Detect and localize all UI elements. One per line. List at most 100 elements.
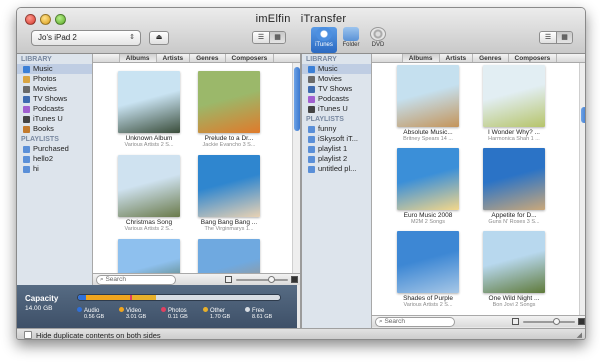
playlist-item-hi[interactable]: hi [17, 164, 92, 174]
right-search-input[interactable]: ⌕ Search [375, 317, 455, 327]
app-window: imElfin iTransfer Jo's iPad 2 ⇕ ⏏ ☰ ▦ iTu… [16, 7, 586, 340]
tab-genres[interactable]: Genres [189, 54, 224, 62]
movies-icon [308, 75, 315, 83]
sidebar-item-tv-shows[interactable]: TV Shows [17, 94, 92, 104]
sidebar-item-movies[interactable]: Movies [17, 84, 92, 94]
sidebar-item-photos[interactable]: Photos [17, 74, 92, 84]
album-cover[interactable] [397, 65, 459, 127]
source-tab-dvd[interactable]: DVD [365, 27, 391, 53]
capacity-label: Capacity [25, 294, 59, 303]
music-icon [308, 65, 315, 73]
album-cover[interactable] [483, 148, 545, 210]
right-scroll-thumb[interactable] [581, 107, 585, 123]
other-dot-icon [203, 307, 208, 312]
playlist-item-untitled-pl[interactable]: untitled pl... [302, 164, 371, 174]
sidebar-item-label: Music [318, 64, 338, 73]
device-select[interactable]: Jo's iPad 2 ⇕ [31, 30, 141, 46]
album-item[interactable]: Appetite for D... Guns N' Roses 3 S... [478, 148, 550, 225]
playlist-item-funny[interactable]: funny [302, 124, 371, 134]
sidebar-item-podcasts[interactable]: Podcasts [302, 94, 371, 104]
album-cover[interactable] [118, 71, 180, 133]
left-search-input[interactable]: ⌕ Search [96, 275, 176, 285]
sidebar-item-podcasts[interactable]: Podcasts [17, 104, 92, 114]
album-item[interactable] [113, 239, 185, 273]
capacity-segment-audio [78, 295, 87, 300]
album-cover[interactable] [118, 155, 180, 217]
playlist-item-playlist-1[interactable]: playlist 1 [302, 144, 371, 154]
playlist-item-iskysoft-it[interactable]: iSkysoft iT... [302, 134, 371, 144]
sidebar-item-music[interactable]: Music [17, 64, 92, 74]
album-artist: Harmonica Shah 1 ... [488, 136, 540, 142]
album-cover[interactable] [397, 231, 459, 293]
sidebar-item-itunes-u[interactable]: iTunes U [17, 114, 92, 124]
tab-composers[interactable]: Composers [224, 54, 275, 62]
resize-grip-icon[interactable]: ◢ [577, 331, 582, 339]
device-name: Jo's iPad 2 [38, 33, 77, 42]
album-item[interactable]: Absolute Music... Britney Spears 14 ... [392, 65, 464, 142]
left-album-grid: Unknown Album Various Artists 2 S... Prelu… [93, 63, 292, 273]
sidebar-item-itunes-u[interactable]: iTunes U [302, 104, 371, 114]
playlist-item-hello2[interactable]: hello2 [17, 154, 92, 164]
list-view-icon[interactable]: ☰ [540, 32, 556, 43]
tab-composers[interactable]: Composers [507, 54, 558, 62]
legend-size: 8.61 GB [252, 314, 273, 320]
footer-bar: Hide duplicate contents on both sides ◢ [17, 328, 585, 339]
playlist-item-playlist-2[interactable]: playlist 2 [302, 154, 371, 164]
album-cover[interactable] [397, 148, 459, 210]
album-item[interactable]: One Wild Night ... Bon Jovi 2 Songs [478, 231, 550, 308]
tab-albums[interactable]: Albums [118, 54, 156, 62]
grid-view-icon[interactable]: ▦ [556, 32, 572, 43]
left-scrollbar[interactable] [292, 63, 300, 273]
source-tab-itunes[interactable]: iTunes [311, 27, 337, 53]
search-placeholder: Search [105, 276, 127, 283]
right-zoom-slider[interactable] [523, 321, 575, 323]
grid-view-icon[interactable]: ▦ [269, 32, 285, 43]
album-cover[interactable] [483, 65, 545, 127]
album-cover[interactable] [198, 71, 260, 133]
album-item[interactable]: Shades of Purple Various Artists 2 S... [392, 231, 464, 308]
left-zoom-slider[interactable] [236, 279, 288, 281]
sidebar-item-label: Music [33, 64, 53, 73]
tv-shows-icon [23, 95, 30, 103]
sidebar-item-label: Movies [33, 84, 57, 93]
dvd-icon [370, 27, 386, 41]
left-zoom-knob[interactable] [268, 276, 275, 283]
podcasts-icon [308, 95, 315, 103]
album-title: One Wild Night ... [488, 295, 540, 302]
eject-button[interactable]: ⏏ [149, 31, 169, 45]
right-zoom-knob[interactable] [553, 318, 560, 325]
album-item[interactable]: Euro Music 2008 M2M 2 Songs [392, 148, 464, 225]
album-cover[interactable] [198, 155, 260, 217]
capacity-legend-video: Video 3.01 GB [119, 307, 161, 320]
tab-artists[interactable]: Artists [438, 54, 473, 62]
album-item[interactable] [193, 239, 265, 273]
sidebar-item-tv-shows[interactable]: TV Shows [302, 84, 371, 94]
album-artist: Various Artists 2 S... [124, 226, 174, 232]
album-artist: Britney Spears 14 ... [403, 136, 453, 142]
album-item[interactable]: Christmas Song Various Artists 2 S... [113, 155, 185, 232]
sidebar-item-music[interactable]: Music [302, 64, 371, 74]
album-cover[interactable] [198, 239, 260, 273]
tab-artists[interactable]: Artists [155, 54, 190, 62]
playlist-item-purchased[interactable]: Purchased [17, 144, 92, 154]
hide-duplicates-checkbox[interactable] [24, 331, 32, 339]
capacity-legend-free: Free 8.61 GB [245, 307, 287, 320]
source-tab-folder[interactable]: Folder [338, 27, 364, 53]
tab-genres[interactable]: Genres [472, 54, 507, 62]
album-item[interactable]: Bang Bang Bang ... The Virginmarys 1... [193, 155, 265, 232]
legend-size: 0.56 GB [84, 314, 105, 320]
album-item[interactable]: I Wonder Why? ... Harmonica Shah 1 ... [478, 65, 550, 142]
playlist-1-icon [308, 145, 315, 153]
list-view-icon[interactable]: ☰ [253, 32, 269, 43]
album-cover[interactable] [118, 239, 180, 273]
album-cover[interactable] [483, 231, 545, 293]
left-bottom-bar: ⌕ Search [93, 273, 300, 285]
sidebar-item-movies[interactable]: Movies [302, 74, 371, 84]
sidebar-item-books[interactable]: Books [17, 124, 92, 134]
right-scrollbar[interactable] [579, 63, 585, 315]
album-item[interactable]: Unknown Album Various Artists 2 S... [113, 71, 185, 148]
album-title: Prelude to a Dr... [204, 135, 254, 142]
album-item[interactable]: Prelude to a Dr... Jackie Evancho 3 S... [193, 71, 265, 148]
tab-albums[interactable]: Albums [401, 54, 439, 62]
capacity-legend-other: Other 1.70 GB [203, 307, 245, 320]
